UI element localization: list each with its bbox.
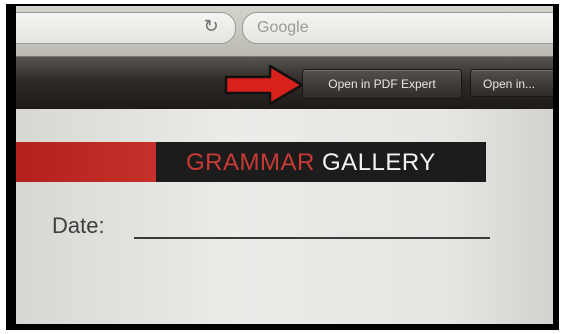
open-in-pdf-expert-button[interactable]: Open in PDF Expert [302,69,462,99]
banner-title: GRAMMAR GALLERY [156,142,486,182]
banner-red-word: GRAMMAR [186,149,315,176]
document-toolbar: Open in PDF Expert Open in... [16,56,553,109]
ipad-screen: ↻ Google Open in PDF Expert Open in... G… [16,6,553,324]
banner-white-word: GALLERY [322,149,436,176]
pdf-document: GRAMMAR GALLERY Date: [16,109,553,324]
search-input[interactable]: Google [242,12,553,44]
right-arrow-icon [224,64,304,106]
reload-icon[interactable]: ↻ [202,18,220,36]
banner-text: GRAMMAR GALLERY [186,149,436,177]
date-label: Date: [52,213,105,238]
date-underline [134,237,490,239]
photo-frame: ↻ Google Open in PDF Expert Open in... G… [6,4,559,330]
search-placeholder: Google [257,19,309,36]
browser-bar: ↻ Google [16,6,553,56]
open-in-button[interactable]: Open in... [470,69,553,97]
banner-red-block [16,142,156,182]
